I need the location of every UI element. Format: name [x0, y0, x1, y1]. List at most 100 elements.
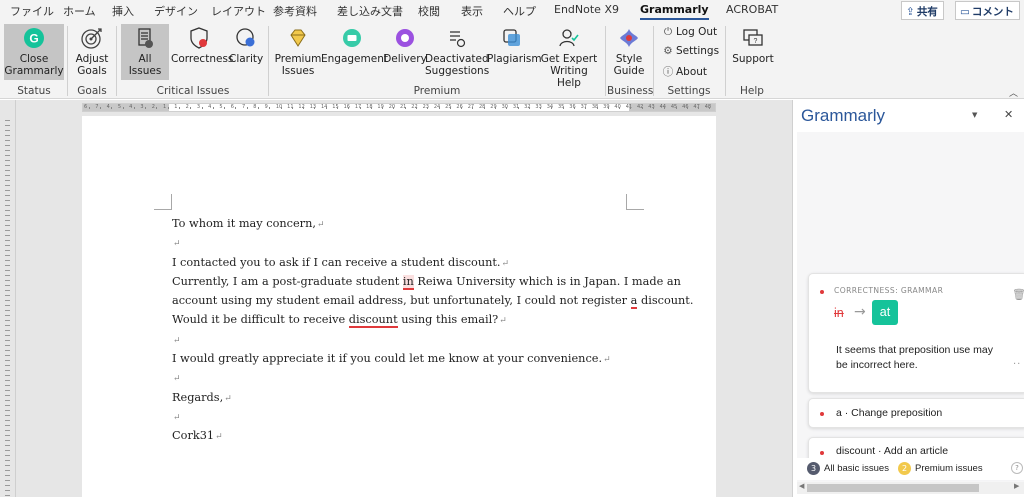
ruler-tick: [5, 495, 10, 496]
engagement-button[interactable]: Engagement: [321, 24, 388, 80]
scroll-left-icon[interactable]: ◀: [799, 482, 804, 490]
ruler-tick: [5, 270, 10, 271]
tab-layout[interactable]: レイアウト: [211, 3, 266, 19]
panel-horizontal-scrollbar[interactable]: ◀ ▶: [797, 482, 1024, 494]
original-word: in: [834, 306, 844, 320]
ruler-tick: [562, 107, 564, 109]
ruler-tick: [5, 400, 10, 401]
panel-close-icon[interactable]: ✕: [1004, 108, 1013, 121]
vertical-ruler[interactable]: [0, 100, 16, 497]
suggestion-item[interactable]: a · Change preposition: [808, 398, 1024, 428]
collapse-ribbon-icon[interactable]: ︿: [1009, 86, 1018, 99]
style-guide-button[interactable]: Style Guide: [609, 24, 649, 80]
ruler-tick: [619, 107, 621, 109]
clarity-button[interactable]: Clarity: [229, 24, 263, 80]
comment-button[interactable]: ▭ コメント: [955, 1, 1020, 20]
tab-endnote[interactable]: EndNote X9: [554, 3, 619, 16]
log-out-button[interactable]: ⏻ Log Out: [662, 26, 717, 39]
ruler-number: 2: [151, 104, 155, 110]
tab-help[interactable]: ヘルプ: [503, 3, 536, 19]
tab-view[interactable]: 表示: [461, 3, 483, 19]
support-button[interactable]: ? Support: [731, 24, 775, 80]
paragraph-mark: ↵: [173, 335, 181, 346]
deactivated-suggestions-button[interactable]: Deactivated Suggestions: [425, 24, 489, 80]
tab-insert[interactable]: 挿入: [112, 3, 134, 19]
more-options-icon[interactable]: ··: [1013, 359, 1021, 370]
scroll-right-icon[interactable]: ▶: [1014, 482, 1019, 490]
help-icon[interactable]: ?: [1011, 462, 1023, 474]
group-divider: [653, 26, 654, 96]
ruler-tick: [5, 390, 10, 391]
expert-writing-help-button[interactable]: Get Expert Writing Help: [537, 24, 601, 89]
tab-review[interactable]: 校閲: [418, 3, 440, 19]
document-text[interactable]: To whom it may concern,↵ ↵ I contacted y…: [172, 214, 693, 446]
ruler-tick: [5, 280, 10, 281]
suggestion-card[interactable]: CORRECTNESS: GRAMMAR 🗑 in → at It seems …: [808, 273, 1024, 393]
tab-design[interactable]: デザイン: [154, 3, 198, 19]
ruler-number: 2: [185, 104, 189, 110]
ruler-tick: [359, 107, 361, 109]
paragraph-text: Reiwa University which is in Japan. I ma…: [413, 274, 681, 288]
delivery-button[interactable]: Delivery: [383, 24, 427, 80]
ruler-tick: [212, 107, 214, 109]
suggestion-category: CORRECTNESS: GRAMMAR: [834, 286, 944, 295]
ruler-tick: [5, 455, 10, 456]
ruler-number: 4: [106, 104, 110, 110]
replacement-button[interactable]: at: [872, 300, 898, 325]
ruler-tick: [5, 235, 10, 236]
ruler-number: 3: [196, 104, 201, 110]
ruler-tick: [5, 160, 10, 161]
ruler-number: 5: [117, 104, 122, 110]
diamond-icon: [290, 29, 306, 47]
about-button[interactable]: ⓘ About: [662, 64, 707, 79]
ruler-tick: [494, 107, 496, 109]
panel-menu-icon[interactable]: ▼: [972, 111, 977, 119]
trash-icon[interactable]: 🗑: [1012, 288, 1024, 301]
tab-file[interactable]: ファイル: [10, 3, 54, 19]
tab-acrobat[interactable]: ACROBAT: [726, 3, 778, 16]
basic-issues-tab[interactable]: All basic issues: [824, 463, 889, 474]
ruler-tick: [5, 240, 10, 241]
ruler-tick: [224, 107, 226, 109]
ruler-tick: [5, 490, 10, 491]
ruler-tick: [5, 165, 10, 166]
ruler-tick: [5, 150, 10, 151]
ruler-tick: [5, 335, 10, 336]
ruler-tick: [257, 107, 259, 109]
tab-home[interactable]: ホーム: [63, 3, 96, 19]
ruler-tick: [461, 107, 463, 109]
adjust-goals-button[interactable]: Adjust Goals: [71, 24, 113, 80]
ruler-tick: [303, 107, 305, 109]
ruler-number: 8: [253, 104, 257, 110]
plagiarism-button[interactable]: Plagiarism: [487, 24, 542, 80]
document-page[interactable]: To whom it may concern,↵ ↵ I contacted y…: [82, 116, 716, 497]
paragraph-mark: ↵: [173, 239, 181, 250]
ruler-tick: [5, 470, 10, 471]
ruler-tick: [5, 460, 10, 461]
text-line: I would greatly appreciate it if you cou…: [172, 349, 627, 368]
group-label-business: Business: [607, 85, 654, 97]
adjust-goals-label: Adjust Goals: [75, 53, 109, 77]
horizontal-ruler[interactable]: 6 7 4 5 4 3 2 1 1 2 3 4 5 6 7 8 9 10 11 12 13 14 15 16 17 18 19 20 2…: [82, 103, 716, 112]
scrollbar-thumb[interactable]: [807, 484, 979, 492]
tab-mailings[interactable]: 差し込み文書: [337, 3, 403, 19]
delivery-label: Delivery: [383, 53, 427, 65]
premium-issues-button[interactable]: Premium Issues: [273, 24, 323, 80]
all-issues-button[interactable]: All Issues: [121, 24, 169, 80]
settings-button[interactable]: ⚙ Settings: [662, 45, 719, 57]
close-grammarly-button[interactable]: G Close Grammarly: [4, 24, 64, 80]
log-out-label: Log Out: [676, 26, 718, 38]
premium-issues-tab[interactable]: Premium issues: [915, 463, 983, 474]
grammar-error-in[interactable]: in: [402, 274, 414, 290]
share-button[interactable]: ⇪ 共有: [901, 1, 944, 20]
support-chat-icon: ?: [743, 29, 763, 46]
group-label-settings: Settings: [667, 85, 711, 97]
correctness-button[interactable]: Correctness: [171, 24, 233, 80]
tab-references[interactable]: 参考資料: [273, 3, 317, 19]
ruler-tick: [5, 480, 10, 481]
error-dot-icon: [820, 451, 824, 455]
ruler-tick: [370, 107, 372, 109]
tab-grammarly[interactable]: Grammarly: [640, 3, 709, 20]
paragraph-text: Currently, I am a post-graduate student: [172, 274, 403, 288]
grammar-error-discount[interactable]: discount: [348, 313, 398, 329]
